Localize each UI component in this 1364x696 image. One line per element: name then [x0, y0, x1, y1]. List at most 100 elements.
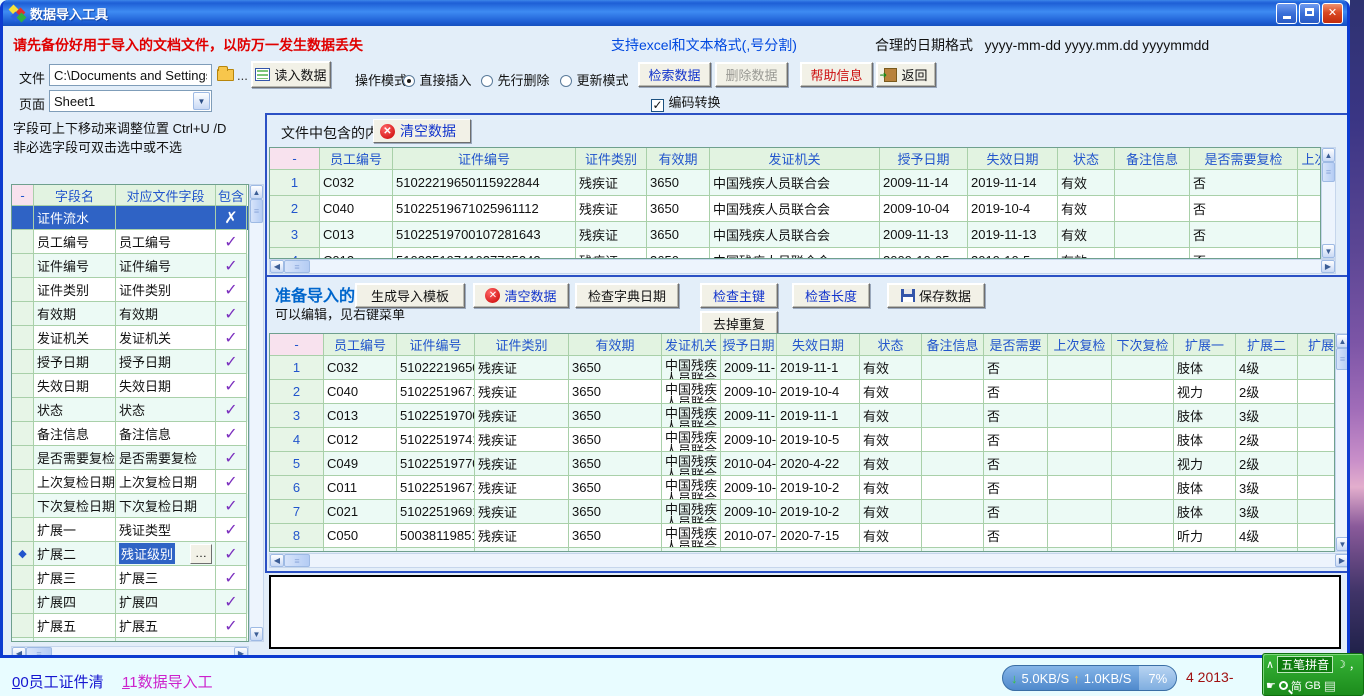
file-table-hscrollbar[interactable]: ◀ ▶ — [269, 259, 1336, 274]
scroll-down-icon[interactable]: ▼ — [250, 627, 263, 641]
cell[interactable]: 3650 — [569, 428, 662, 452]
row-marker-cell[interactable] — [12, 614, 34, 638]
field-name-cell[interactable]: 失效日期 — [34, 374, 116, 398]
cell[interactable] — [1048, 404, 1112, 428]
scroll-right-icon[interactable]: ▶ — [234, 647, 248, 655]
included-cell[interactable]: ✓ — [216, 302, 247, 326]
cell[interactable]: 有效 — [1058, 222, 1115, 248]
search-data-button[interactable]: 检索数据 — [638, 62, 711, 87]
field-name-cell[interactable]: 证件流水 — [34, 206, 116, 230]
cell[interactable] — [1048, 380, 1112, 404]
mapped-field-cell[interactable]: 失效日期 — [116, 374, 216, 398]
cell[interactable] — [922, 452, 984, 476]
table-row[interactable]: 1C03251022219650残疾证3650中国残疾人员联合会2009-11-… — [270, 356, 1334, 380]
cell[interactable]: 2019-11-14 — [968, 170, 1058, 196]
field-map-row[interactable]: 扩展一残证类型✓ — [12, 518, 248, 542]
table-row[interactable]: 2C04051022519671025961112残疾证3650中国残疾人员联合… — [270, 196, 1320, 222]
row-number-cell[interactable]: 8 — [270, 524, 324, 548]
cell[interactable]: C011 — [324, 476, 397, 500]
row-number-cell[interactable]: 2 — [270, 380, 324, 404]
radio-delete-first[interactable]: 先行删除 — [481, 70, 549, 90]
cell[interactable] — [1112, 500, 1174, 524]
row-number-cell[interactable]: 6 — [270, 476, 324, 500]
scroll-up-icon[interactable]: ▲ — [1322, 148, 1335, 162]
cell[interactable]: 视力 — [1174, 380, 1236, 404]
cell[interactable]: 有效 — [860, 452, 922, 476]
cell[interactable]: 51022519671 — [397, 380, 475, 404]
cell[interactable] — [1112, 380, 1174, 404]
scroll-down-icon[interactable]: ▼ — [1336, 537, 1347, 551]
cell[interactable] — [1048, 476, 1112, 500]
table-row[interactable]: 1C03251022219650115922844残疾证3650中国残疾人员联合… — [270, 170, 1320, 196]
cell[interactable]: 中国残疾人员联合会 — [662, 380, 721, 404]
cell[interactable]: 中国残疾人员联合会 — [662, 500, 721, 524]
field-map-row[interactable]: 授予日期授予日期✓ — [12, 350, 248, 374]
cell[interactable]: 中国残疾人员联合会 — [710, 222, 880, 248]
cell[interactable]: 2019-11-13 — [968, 222, 1058, 248]
field-map-row[interactable]: 是否需要复检是否需要复检✓ — [12, 446, 248, 470]
field-map-row[interactable]: 员工编号员工编号✓ — [12, 230, 248, 254]
included-cell[interactable]: ✓ — [216, 374, 247, 398]
cell[interactable] — [1298, 428, 1335, 452]
cell[interactable]: 3650 — [569, 500, 662, 524]
cell[interactable]: 肢体 — [1174, 356, 1236, 380]
encoding-checkbox[interactable]: ✓ 编码转换 — [651, 92, 720, 112]
cell[interactable]: 有效 — [860, 476, 922, 500]
scroll-thumb[interactable] — [26, 647, 52, 655]
row-number-cell[interactable]: 7 — [270, 500, 324, 524]
sheet-combobox[interactable]: Sheet1 ▼ — [49, 90, 212, 112]
cell[interactable]: 有效 — [1058, 170, 1115, 196]
log-memo-box[interactable] — [269, 575, 1341, 649]
cell[interactable]: 残疾证 — [576, 222, 647, 248]
cell[interactable]: 肢体 — [1174, 476, 1236, 500]
cell[interactable]: 4级 — [1236, 524, 1298, 548]
row-marker-cell[interactable] — [12, 494, 34, 518]
cell[interactable]: 51022519700107281643 — [393, 222, 576, 248]
cell[interactable] — [1048, 500, 1112, 524]
cell[interactable]: 有效 — [860, 356, 922, 380]
cell[interactable]: 2009-11-14 — [880, 170, 968, 196]
field-map-row[interactable]: 有效期有效期✓ — [12, 302, 248, 326]
mapped-field-cell[interactable]: 扩展三 — [116, 566, 216, 590]
file-table-vscrollbar[interactable]: ▲ ▼ — [1321, 147, 1336, 259]
row-marker-cell[interactable] — [12, 302, 34, 326]
cell[interactable] — [1115, 222, 1190, 248]
cell[interactable]: 2019-11-1 — [777, 404, 860, 428]
hand-icon[interactable]: ☛ — [1266, 679, 1276, 692]
return-button[interactable]: 返回 — [876, 62, 936, 87]
cell[interactable]: 残疾证 — [475, 404, 569, 428]
open-folder-icon[interactable] — [217, 69, 234, 81]
row-marker-cell[interactable] — [12, 446, 34, 470]
cell[interactable]: 残疾证 — [475, 500, 569, 524]
scroll-thumb[interactable] — [250, 199, 263, 223]
clear-import-data-button[interactable]: ✕ 清空数据 — [473, 283, 569, 308]
row-number-cell[interactable]: 4 — [270, 248, 320, 259]
cell[interactable]: 2010-07-1 — [721, 524, 777, 548]
cell[interactable] — [922, 476, 984, 500]
field-map-row[interactable]: 失效日期失效日期✓ — [12, 374, 248, 398]
field-name-cell[interactable]: 是否需要复检 — [34, 446, 116, 470]
chevron-down-icon[interactable]: ▼ — [193, 92, 210, 110]
row-marker-cell[interactable] — [12, 326, 34, 350]
cell[interactable]: 残疾证 — [475, 356, 569, 380]
scroll-left-icon[interactable]: ◀ — [270, 554, 284, 567]
editing-cell-text[interactable]: 残证级别 — [119, 543, 175, 564]
radio-direct-insert[interactable]: 直接插入 — [403, 70, 471, 90]
field-name-cell[interactable]: 扩展三 — [34, 566, 116, 590]
field-name-cell[interactable]: 员工编号 — [34, 230, 116, 254]
field-map-row[interactable]: 证件类别证件类别✓ — [12, 278, 248, 302]
cell[interactable]: 3650 — [647, 196, 710, 222]
search-icon[interactable] — [1279, 681, 1288, 690]
cell[interactable]: 否 — [984, 500, 1048, 524]
cell[interactable] — [1298, 380, 1335, 404]
included-cell[interactable]: ✓ — [216, 518, 247, 542]
cell[interactable] — [922, 380, 984, 404]
import-table-hscrollbar[interactable]: ◀ ▶ — [269, 553, 1347, 568]
help-info-button[interactable]: 帮助信息 — [800, 62, 873, 87]
cell[interactable] — [1112, 428, 1174, 452]
row-number-cell[interactable]: 3 — [270, 404, 324, 428]
cell[interactable]: 51022519741 — [397, 428, 475, 452]
check-length-button[interactable]: 检查长度 — [792, 283, 870, 308]
included-cell[interactable]: ✓ — [216, 470, 247, 494]
cell[interactable]: C021 — [324, 500, 397, 524]
